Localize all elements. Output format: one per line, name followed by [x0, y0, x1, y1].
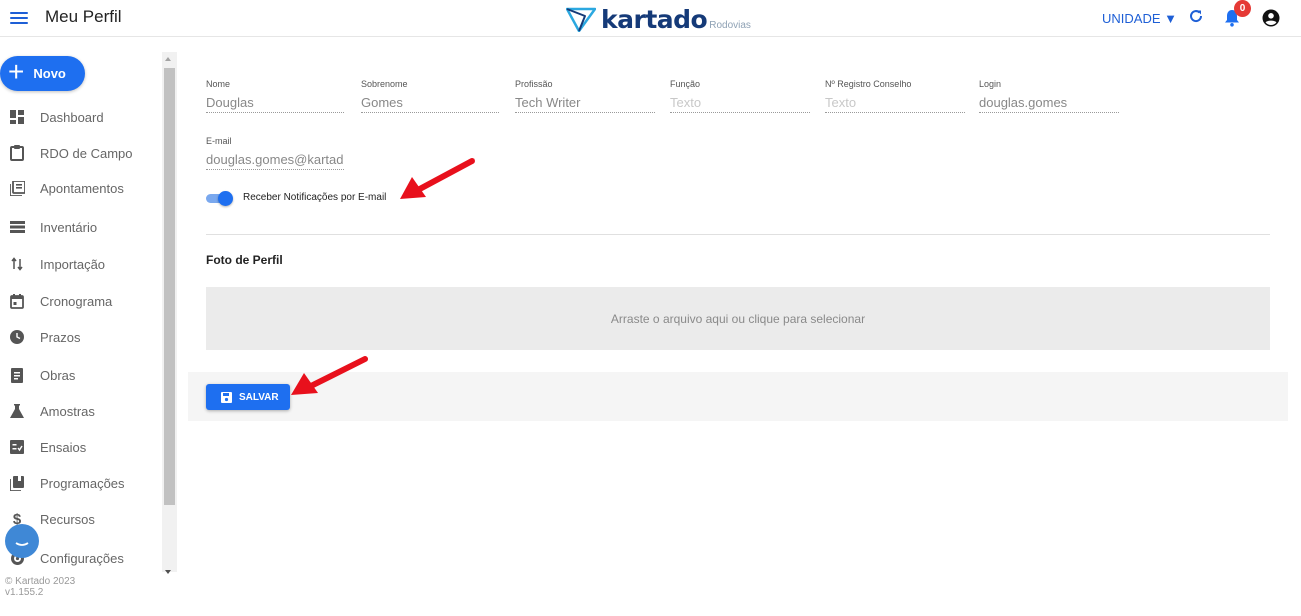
email-input[interactable]: douglas.gomes@kartado. [206, 152, 344, 170]
top-bar: Meu Perfil kartado Rodovias UNIDADE ▼ 0 [0, 0, 1301, 37]
plus-icon: + [8, 56, 25, 87]
brand-name: kartado [601, 4, 708, 34]
last-name-input[interactable]: Gomes [361, 95, 499, 113]
inventory-icon [9, 219, 25, 235]
unidade-dropdown[interactable]: UNIDADE ▼ [1102, 11, 1177, 26]
annotation-arrow-toggle [400, 158, 475, 199]
copyright-text: © Kartado 2023 [5, 576, 76, 587]
dashboard-icon [9, 109, 25, 125]
new-button[interactable]: + Novo [0, 56, 85, 91]
sidebar-item-prazos[interactable]: Prazos [0, 322, 160, 352]
notification-count-badge: 0 [1234, 0, 1251, 17]
email-notifications-toggle[interactable] [206, 191, 233, 206]
sidebar-item-rdo-de-campo[interactable]: RDO de Campo [0, 138, 160, 168]
clock-icon [9, 329, 25, 345]
dropzone-text: Arraste o arquivo aqui ou clique para se… [610, 311, 866, 326]
profession-field[interactable]: Profissão Tech Writer [515, 79, 655, 113]
annotation-arrow-save [291, 356, 368, 395]
flask-icon [9, 403, 25, 419]
photo-dropzone[interactable]: Arraste o arquivo aqui ou clique para se… [206, 287, 1270, 350]
document-icon [9, 367, 25, 383]
hamburger-menu-icon[interactable] [10, 9, 28, 27]
scroll-up-arrow-icon[interactable] [165, 57, 171, 61]
profile-content: Nome Douglas Sobrenome Gomes Profissão T… [188, 38, 1288, 616]
import-arrows-icon [9, 256, 25, 272]
sidebar-footer: © Kartado 2023 v1.155.2 [5, 576, 75, 598]
page-title: Meu Perfil [45, 7, 122, 26]
sidebar-item-apontamentos[interactable]: Apontamentos [0, 173, 160, 203]
account-circle-icon[interactable] [1262, 9, 1280, 27]
section-divider [206, 234, 1270, 235]
profile-photo-title: Foto de Perfil [206, 253, 283, 267]
council-registry-input[interactable]: Texto [825, 95, 965, 113]
sidebar-item-obras[interactable]: Obras [0, 360, 160, 390]
sidebar-item-dashboard[interactable]: Dashboard [0, 102, 160, 132]
sidebar-scrollbar-thumb[interactable] [164, 68, 175, 505]
chat-widget-icon[interactable] [5, 524, 39, 558]
login-input[interactable]: douglas.gomes [979, 95, 1119, 113]
profession-input[interactable]: Tech Writer [515, 95, 655, 113]
calendar-icon [9, 293, 25, 309]
version-text: v1.155.2 [5, 587, 44, 598]
refresh-icon[interactable] [1188, 8, 1204, 29]
login-field[interactable]: Login douglas.gomes [979, 79, 1119, 113]
sidebar-item-amostras[interactable]: Amostras [0, 396, 160, 426]
council-registry-field[interactable]: Nº Registro Conselho Texto [825, 79, 965, 113]
last-name-field[interactable]: Sobrenome Gomes [361, 79, 499, 113]
checklist-icon [9, 439, 25, 455]
sidebar-item-inventario[interactable]: Inventário [0, 212, 160, 242]
first-name-field[interactable]: Nome Douglas [206, 79, 344, 113]
sidebar: + Novo Dashboard RDO de Campo Apontament… [0, 38, 182, 616]
scroll-down-arrow-icon[interactable] [165, 570, 171, 574]
brand-subtitle: Rodovias [709, 19, 751, 31]
first-name-input[interactable]: Douglas [206, 95, 344, 113]
library-icon [9, 475, 25, 491]
function-field[interactable]: Função Texto [670, 79, 810, 113]
sidebar-item-importacao[interactable]: Importação [0, 249, 160, 279]
kartado-logo-icon [566, 7, 596, 32]
floppy-disk-icon [221, 391, 232, 403]
clipboard-icon [9, 145, 25, 161]
email-notifications-label: Receber Notificações por E-mail [243, 192, 387, 203]
function-input[interactable]: Texto [670, 95, 810, 113]
save-button[interactable]: SALVAR [206, 384, 290, 410]
sidebar-item-programacoes[interactable]: Programações [0, 468, 160, 498]
email-field[interactable]: E-mail douglas.gomes@kartado. [206, 136, 344, 170]
kartado-logo: kartado Rodovias [566, 2, 751, 36]
sidebar-item-ensaios[interactable]: Ensaios [0, 432, 160, 462]
sidebar-item-cronograma[interactable]: Cronograma [0, 286, 160, 316]
list-icon [9, 180, 25, 196]
